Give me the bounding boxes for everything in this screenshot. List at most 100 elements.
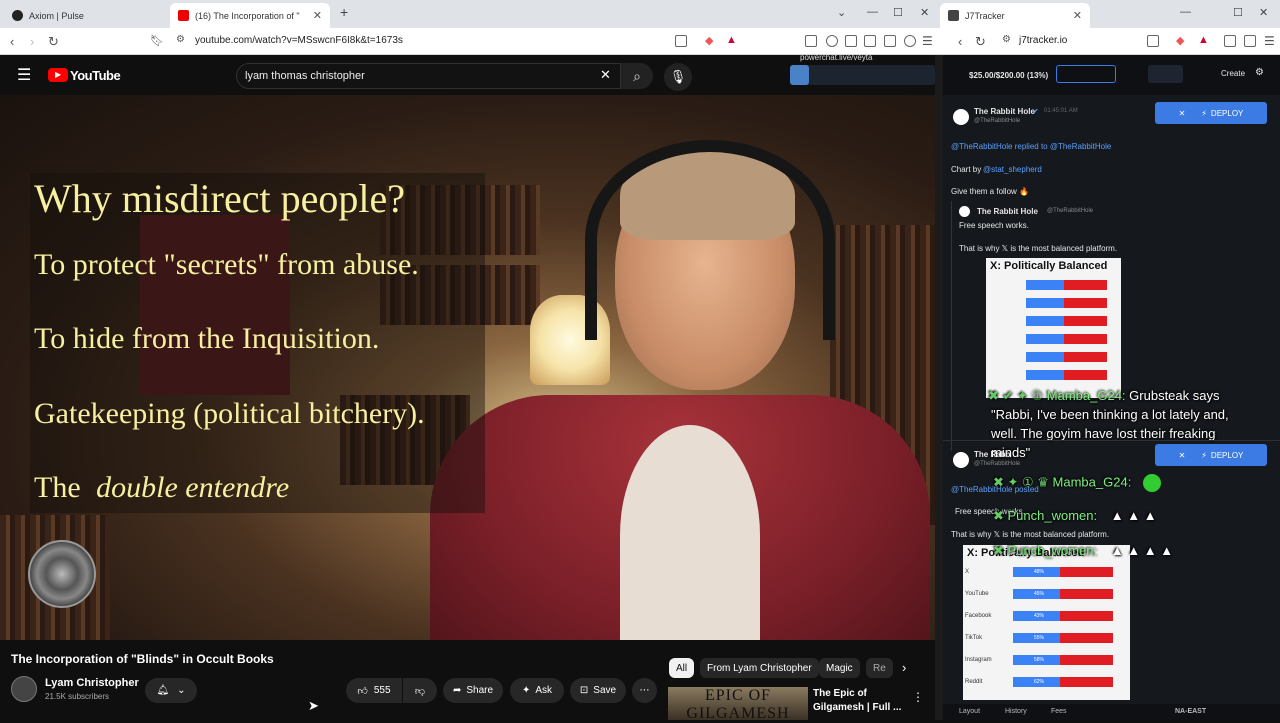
subscribe-bell-button[interactable]: 🔔︎ ⌄ (145, 678, 197, 703)
chat-text: "Rabbi, I've been thinking a lot lately … (991, 407, 1229, 422)
reload-icon[interactable]: ↻ (975, 34, 986, 50)
tab-axiom[interactable]: Axiom | Pulse (4, 3, 170, 28)
chat-username: Mamba_G24: (1046, 388, 1126, 403)
reload-icon[interactable]: ↻ (48, 34, 59, 50)
tab-j7tracker[interactable]: J7Tracker ✕ (940, 3, 1090, 28)
next-video-thumbnail[interactable]: EPIC OF GILGAMESH (668, 687, 808, 722)
chat-username: Punch_women: (1007, 508, 1098, 523)
deploy-button[interactable]: ✕ ⚡ DEPLOY (1155, 444, 1267, 466)
thumbs-up-icon: 👍︎ (357, 685, 368, 697)
share-icon: ➦ (452, 685, 462, 696)
quoted-handle: @TheRabbitHole (1047, 208, 1094, 214)
music-icon[interactable] (826, 35, 838, 47)
url-field[interactable]: youtube.com/watch?v=MSswcnF6I8k&t=1673s (195, 35, 403, 46)
brave-shield-icon[interactable]: ◆ (705, 34, 713, 47)
chip-all[interactable]: All (669, 658, 695, 678)
wallet-button[interactable] (1056, 65, 1116, 83)
search-button[interactable]: ⌕ (621, 63, 653, 89)
footer-history[interactable]: History (1005, 708, 1027, 715)
brave-shield-icon[interactable]: ◆ (1176, 34, 1184, 47)
maximize-icon[interactable]: ☐ (1233, 6, 1243, 19)
ask-label: Ask (535, 685, 553, 696)
kebab-menu-icon[interactable]: ⋮ (912, 690, 924, 704)
save-button[interactable]: ⊡ Save (570, 678, 626, 703)
maximize-icon[interactable]: ☐ (893, 6, 903, 19)
more-actions-button[interactable]: ⋯ (632, 678, 657, 703)
next-video-title-1[interactable]: The Epic of (813, 688, 867, 699)
chart-by-handle[interactable]: @stat_shepherd (983, 165, 1042, 174)
footer-fees[interactable]: Fees (1051, 708, 1067, 715)
chart-image-2[interactable]: X: Politically Balanced X 48% YouTube 45% Fa… (963, 545, 1130, 700)
wallet-icon[interactable] (864, 35, 876, 47)
share-button[interactable]: ➦ Share (443, 678, 503, 703)
search-input[interactable]: lyam thomas christopher (236, 63, 621, 89)
like-button[interactable]: 👍︎ 555 (346, 678, 402, 703)
vpn-icon[interactable] (904, 35, 916, 47)
site-info-icon[interactable]: ⚙ (176, 34, 185, 45)
menu-icon[interactable]: ☰ (1264, 34, 1275, 48)
channel-name[interactable]: Lyam Christopher (45, 677, 139, 689)
chevron-right-icon[interactable]: › (902, 660, 906, 675)
youtube-logo-text[interactable]: YouTube (70, 68, 121, 83)
voice-search-button[interactable]: 🎙︎ (664, 63, 692, 91)
reply-line[interactable]: @TheRabbitHole replied to @TheRabbitHole (951, 142, 1111, 151)
next-video-title-2[interactable]: Gilgamesh | Full ... (813, 702, 901, 713)
footer-region[interactable]: NA-EAST (1175, 708, 1206, 715)
bookmark-icon[interactable]: 🔖︎ (150, 34, 164, 47)
rewards-icon[interactable]: ▲ (1198, 34, 1209, 46)
close-window-icon[interactable]: ✕ (920, 6, 929, 19)
url-field-right[interactable]: j7tracker.io (1019, 35, 1067, 46)
chart-value-label: 43% (1034, 613, 1045, 619)
chip-magic[interactable]: Magic (819, 658, 860, 678)
settings-icon[interactable]: ⚙ (1255, 67, 1264, 78)
chart-bar-rep (1060, 655, 1113, 665)
footer-layout[interactable]: Layout (959, 708, 980, 715)
posted-line[interactable]: @TheRabbitHole posted (951, 485, 1039, 494)
chat-message: ✖︎ ✔︎ ✦ ① Mamba_G24: Grubsteak says (988, 388, 1220, 404)
ask-button[interactable]: ✦ Ask (510, 678, 564, 703)
extensions-icon[interactable] (805, 35, 817, 47)
channel-avatar[interactable] (11, 676, 37, 702)
tab-youtube[interactable]: (16) The Incorporation of "Bli ✕ (170, 3, 330, 28)
chart-image-1[interactable]: X: Politically Balanced (986, 258, 1121, 398)
chart-value-label: 55% (1034, 635, 1045, 641)
video-player[interactable]: Why misdirect people? To protect "secret… (0, 95, 935, 640)
site-info-icon[interactable]: ⚙ (1002, 34, 1011, 45)
toolbar-button[interactable] (1148, 65, 1183, 83)
clear-search-icon[interactable]: ✕ (600, 67, 611, 83)
cast-icon[interactable] (675, 35, 687, 47)
deploy-button[interactable]: ✕ ⚡ DEPLOY (1155, 102, 1267, 124)
back-icon[interactable]: ‹ (958, 34, 962, 49)
extensions-icon[interactable] (1224, 35, 1236, 47)
author-avatar[interactable] (953, 109, 969, 125)
back-icon[interactable]: ‹ (10, 34, 14, 49)
rewards-icon[interactable]: ▲ (726, 34, 737, 46)
minimize-icon[interactable]: — (1180, 6, 1191, 18)
post-author[interactable]: The Rabbit Hole (974, 107, 1035, 116)
sidebar-icon[interactable] (845, 35, 857, 47)
close-icon: ✕ (1178, 450, 1186, 460)
menu-icon[interactable]: ☰ (922, 34, 933, 48)
forward-icon[interactable]: › (30, 34, 34, 49)
share-label: Share (466, 685, 494, 696)
author-avatar[interactable] (953, 452, 969, 468)
new-tab-icon[interactable]: + (340, 4, 348, 20)
chevron-down-icon[interactable]: ⌄ (837, 6, 846, 19)
chip-from-channel[interactable]: From Lyam Christopher (700, 658, 819, 678)
tracker-panel: $25.00/$200.00 (13%) Create ⚙ The Rabbit… (943, 55, 1280, 720)
chip-more[interactable]: Re (866, 658, 893, 678)
minimize-icon[interactable]: — (867, 6, 878, 18)
close-tab-icon[interactable]: ✕ (313, 9, 322, 22)
post-author[interactable]: The Rabb (974, 450, 1010, 459)
puzzle-icon[interactable] (884, 35, 896, 47)
like-count: 555 (373, 685, 391, 696)
key-icon[interactable] (1147, 35, 1159, 47)
sidebar-icon[interactable] (1244, 35, 1256, 47)
hamburger-menu-icon[interactable]: ☰ (17, 65, 31, 85)
close-tab-icon[interactable]: ✕ (1073, 9, 1082, 22)
dislike-button[interactable]: 👎︎ (403, 678, 437, 703)
create-button[interactable]: Create (1221, 69, 1245, 78)
channel-watermark-icon[interactable] (28, 540, 96, 608)
close-window-icon[interactable]: ✕ (1259, 6, 1268, 19)
post-handle: @TheRabbitHole (974, 461, 1021, 467)
